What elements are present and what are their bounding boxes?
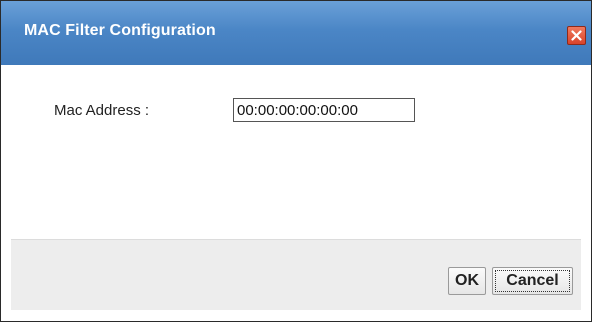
dialog-footer: OK Cancel [11,239,581,310]
dialog-titlebar[interactable]: MAC Filter Configuration [1,1,591,65]
cancel-button[interactable]: Cancel [492,267,573,295]
mac-address-label: Mac Address : [54,102,150,119]
dialog-title: MAC Filter Configuration [24,22,216,39]
ok-button[interactable]: OK [448,267,486,295]
close-button[interactable] [567,26,586,45]
close-icon [571,30,582,41]
mac-filter-dialog: MAC Filter Configuration Mac Address : O… [0,0,592,322]
mac-address-input[interactable] [233,98,415,122]
dialog-body: Mac Address : [11,65,581,239]
